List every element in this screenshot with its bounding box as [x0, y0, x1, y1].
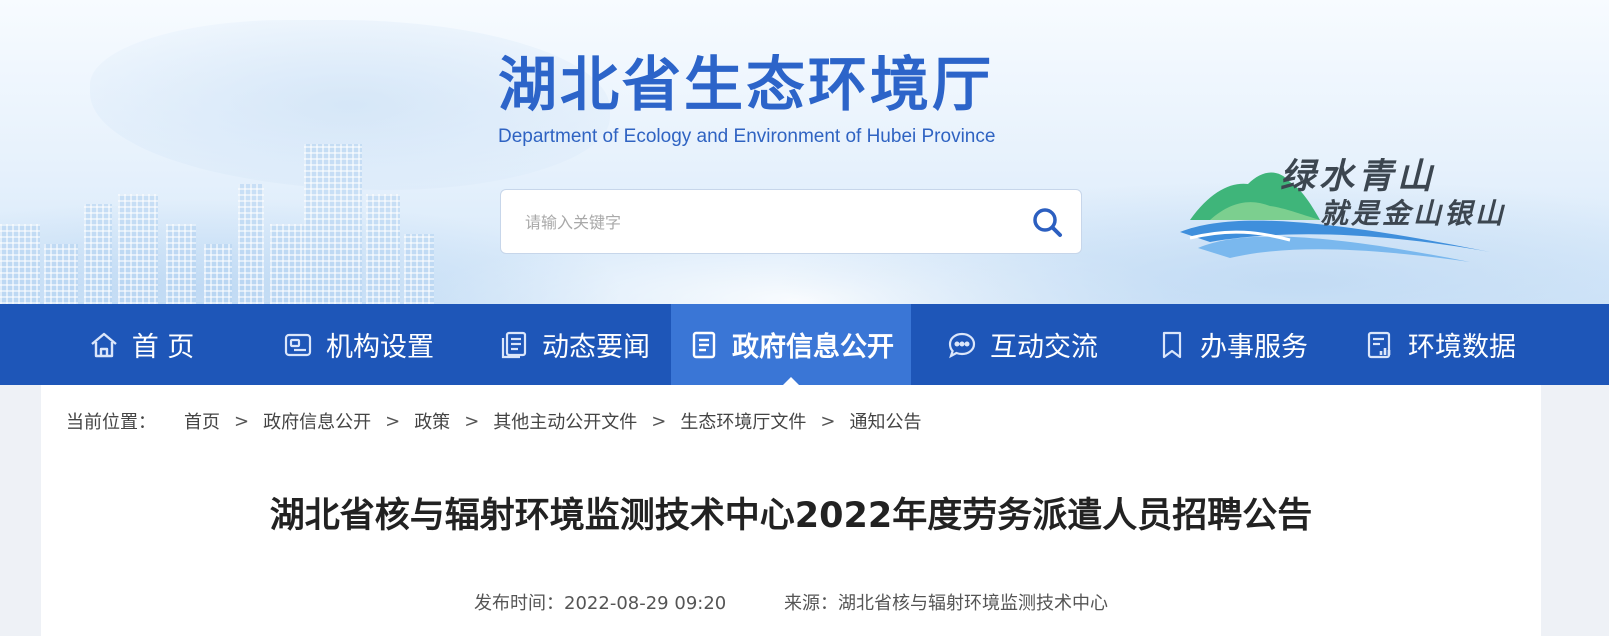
data-icon	[1364, 329, 1396, 361]
nav-label: 环境数据	[1408, 332, 1516, 363]
nav-label: 互动交流	[990, 332, 1098, 363]
nav-item-services[interactable]: 办事服务	[1152, 304, 1312, 385]
breadcrumb-label: 当前位置：	[66, 412, 156, 433]
source-value: 湖北省核与辐射环境监测技术中心	[837, 593, 1108, 614]
nav-label: 政府信息公开	[732, 332, 894, 363]
breadcrumb-item-notices[interactable]: 通知公告	[849, 408, 921, 434]
publish-time-value: 2022-08-29 09:20	[564, 593, 727, 614]
nav-label: 机构设置	[326, 332, 434, 363]
nav-item-env-data[interactable]: 环境数据	[1360, 304, 1520, 385]
nav-label: 首 页	[131, 332, 195, 363]
breadcrumb-item-other-files[interactable]: 其他主动公开文件	[493, 408, 637, 434]
nav-item-organization[interactable]: 机构设置	[268, 304, 448, 385]
org-icon	[282, 329, 314, 361]
news-icon	[498, 329, 530, 361]
main-nav: 首 页 机构设置 动态要闻 政府信息公开 互动交流 办事服务 环境数据	[0, 304, 1609, 386]
breadcrumb-separator: >	[234, 410, 250, 432]
breadcrumb-item-home[interactable]: 首页	[184, 408, 220, 434]
home-icon	[88, 329, 120, 361]
article-meta: 发布时间：2022-08-29 09:20 来源：湖北省核与辐射环境监测技术中心	[41, 589, 1541, 615]
nav-label: 办事服务	[1200, 332, 1308, 363]
breadcrumb-separator: >	[385, 410, 401, 432]
search-box	[500, 189, 1082, 254]
search-icon[interactable]	[1029, 204, 1065, 240]
breadcrumb: 当前位置： 首页 > 政府信息公开 > 政策 > 其他主动公开文件 > 生态环境…	[66, 407, 921, 435]
slogan: 绿水青山 就是金山银山	[1170, 148, 1550, 268]
breadcrumb-item-gov-info[interactable]: 政府信息公开	[263, 408, 371, 434]
breadcrumb-item-dept-files[interactable]: 生态环境厅文件	[680, 408, 806, 434]
document-icon	[688, 329, 720, 361]
nav-label: 动态要闻	[542, 332, 650, 363]
content-panel: 当前位置： 首页 > 政府信息公开 > 政策 > 其他主动公开文件 > 生态环境…	[41, 385, 1541, 636]
breadcrumb-separator: >	[820, 410, 836, 432]
breadcrumb-separator: >	[651, 410, 667, 432]
publish-time: 发布时间：2022-08-29 09:20	[474, 589, 726, 615]
source-label: 来源：	[783, 593, 838, 614]
site-title: 湖北省生态环境厅	[498, 50, 995, 119]
bookmark-icon	[1156, 329, 1188, 361]
article-title: 湖北省核与辐射环境监测技术中心2022年度劳务派遣人员招聘公告	[269, 496, 1313, 536]
nav-item-gov-info[interactable]: 政府信息公开	[671, 304, 911, 386]
header-banner: 湖北省生态环境厅 Department of Ecology and Envir…	[0, 0, 1609, 304]
breadcrumb-item-policy[interactable]: 政策	[414, 408, 450, 434]
breadcrumb-separator: >	[464, 410, 480, 432]
chat-icon	[946, 329, 978, 361]
slogan-line-2: 就是金山银山	[1320, 197, 1507, 230]
city-skyline-decoration	[0, 130, 450, 304]
publish-time-label: 发布时间：	[474, 593, 565, 614]
nav-item-news[interactable]: 动态要闻	[486, 304, 662, 385]
nav-item-home[interactable]: 首 页	[66, 304, 216, 385]
search-input[interactable]	[525, 204, 1005, 240]
site-subtitle: Department of Ecology and Environment of…	[498, 126, 996, 147]
nav-item-interaction[interactable]: 互动交流	[942, 304, 1102, 385]
article-source: 来源：湖北省核与辐射环境监测技术中心	[784, 589, 1108, 615]
